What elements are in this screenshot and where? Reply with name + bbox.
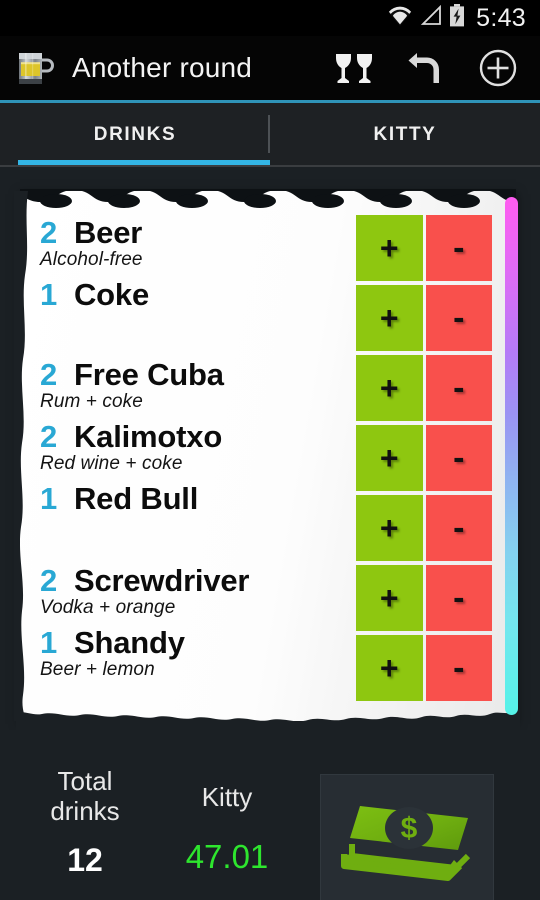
increment-button[interactable]: + bbox=[356, 635, 423, 701]
stepper-row: + - bbox=[356, 635, 492, 701]
stepper-row: + - bbox=[356, 425, 492, 491]
svg-text:$: $ bbox=[401, 812, 418, 845]
decrement-button[interactable]: - bbox=[425, 285, 492, 351]
total-drinks-block: Total drinks 12 bbox=[18, 766, 152, 879]
app-root: 5:43 Another round DRINKS KITTY 2 Beer A… bbox=[0, 0, 540, 900]
drink-quantity: 2 bbox=[40, 215, 58, 250]
action-bar-buttons bbox=[318, 36, 534, 100]
minus-icon: - bbox=[453, 229, 465, 267]
total-drinks-label-line2: drinks bbox=[50, 796, 120, 826]
drink-name: Shandy bbox=[74, 625, 185, 660]
drink-quantity: 2 bbox=[40, 357, 58, 392]
money-stack-icon: $ bbox=[336, 788, 478, 889]
plus-icon: + bbox=[379, 440, 399, 476]
total-drinks-label-line1: Total bbox=[57, 766, 113, 796]
battery-charging-icon bbox=[449, 4, 465, 32]
increment-button[interactable]: + bbox=[356, 425, 423, 491]
action-bar: Another round bbox=[0, 36, 540, 100]
drink-quantity: 1 bbox=[40, 277, 58, 312]
stepper-row: + - bbox=[356, 495, 492, 561]
beer-mug-icon[interactable] bbox=[12, 46, 56, 90]
minus-icon: - bbox=[453, 369, 465, 407]
minus-icon: - bbox=[453, 299, 465, 337]
decrement-button[interactable]: - bbox=[425, 355, 492, 421]
stepper-column: + - + - + - + - + - + - + - bbox=[356, 215, 492, 705]
notebook-spine-gradient bbox=[505, 197, 518, 715]
undo-icon[interactable] bbox=[390, 36, 462, 100]
drink-quantity: 2 bbox=[40, 419, 58, 454]
drink-name: Red Bull bbox=[74, 481, 199, 516]
summary-bar: Total drinks 12 Kitty 47.01 $ bbox=[0, 730, 540, 900]
minus-icon: - bbox=[453, 579, 465, 617]
increment-button[interactable]: + bbox=[356, 495, 423, 561]
tab-kitty-label: KITTY bbox=[373, 124, 437, 145]
stepper-row: + - bbox=[356, 215, 492, 281]
increment-button[interactable]: + bbox=[356, 565, 423, 631]
page-title: Another round bbox=[72, 52, 253, 83]
cheers-toast-icon[interactable] bbox=[318, 36, 390, 100]
decrement-button[interactable]: - bbox=[425, 495, 492, 561]
plus-icon: + bbox=[379, 300, 399, 336]
plus-icon: + bbox=[379, 370, 399, 406]
tab-kitty[interactable]: KITTY bbox=[270, 103, 540, 167]
minus-icon: - bbox=[453, 509, 465, 547]
decrement-button[interactable]: - bbox=[425, 215, 492, 281]
decrement-button[interactable]: - bbox=[425, 565, 492, 631]
drink-quantity: 1 bbox=[40, 481, 58, 516]
minus-icon: - bbox=[453, 439, 465, 477]
plus-icon: + bbox=[379, 650, 399, 686]
total-drinks-value: 12 bbox=[67, 842, 103, 878]
drink-name: Free Cuba bbox=[74, 357, 224, 392]
increment-button[interactable]: + bbox=[356, 215, 423, 281]
status-bar: 5:43 bbox=[0, 0, 540, 36]
stepper-row: + - bbox=[356, 565, 492, 631]
paper-ragged-left bbox=[14, 191, 28, 721]
drink-name: Beer bbox=[74, 215, 143, 250]
decrement-button[interactable]: - bbox=[425, 425, 492, 491]
increment-button[interactable]: + bbox=[356, 285, 423, 351]
tab-drinks-label: DRINKS bbox=[93, 124, 177, 145]
decrement-button[interactable]: - bbox=[425, 635, 492, 701]
stepper-row: + - bbox=[356, 355, 492, 421]
plus-icon: + bbox=[379, 230, 399, 266]
money-button[interactable]: $ bbox=[320, 774, 494, 900]
minus-icon: - bbox=[453, 649, 465, 687]
add-circle-icon[interactable] bbox=[462, 36, 534, 100]
notepad-paper: 2 Beer Alcohol-free 1 Coke 2 Free Cuba R… bbox=[14, 189, 520, 735]
wifi-icon bbox=[387, 5, 413, 32]
plus-icon: + bbox=[379, 580, 399, 616]
signal-icon bbox=[420, 4, 442, 31]
drink-name: Coke bbox=[74, 277, 150, 312]
drink-name: Kalimotxo bbox=[74, 419, 223, 454]
plus-icon: + bbox=[379, 510, 399, 546]
kitty-block: Kitty 47.01 bbox=[160, 782, 294, 876]
drink-quantity: 1 bbox=[40, 625, 58, 660]
stepper-row: + - bbox=[356, 285, 492, 351]
increment-button[interactable]: + bbox=[356, 355, 423, 421]
tab-bar: DRINKS KITTY bbox=[0, 103, 540, 167]
drink-quantity: 2 bbox=[40, 563, 58, 598]
kitty-value: 47.01 bbox=[185, 838, 269, 875]
content-area: 2 Beer Alcohol-free 1 Coke 2 Free Cuba R… bbox=[0, 167, 540, 900]
drink-name: Screwdriver bbox=[74, 563, 250, 598]
tab-drinks[interactable]: DRINKS bbox=[0, 103, 270, 167]
kitty-label: Kitty bbox=[201, 782, 253, 812]
status-time: 5:43 bbox=[476, 3, 526, 32]
